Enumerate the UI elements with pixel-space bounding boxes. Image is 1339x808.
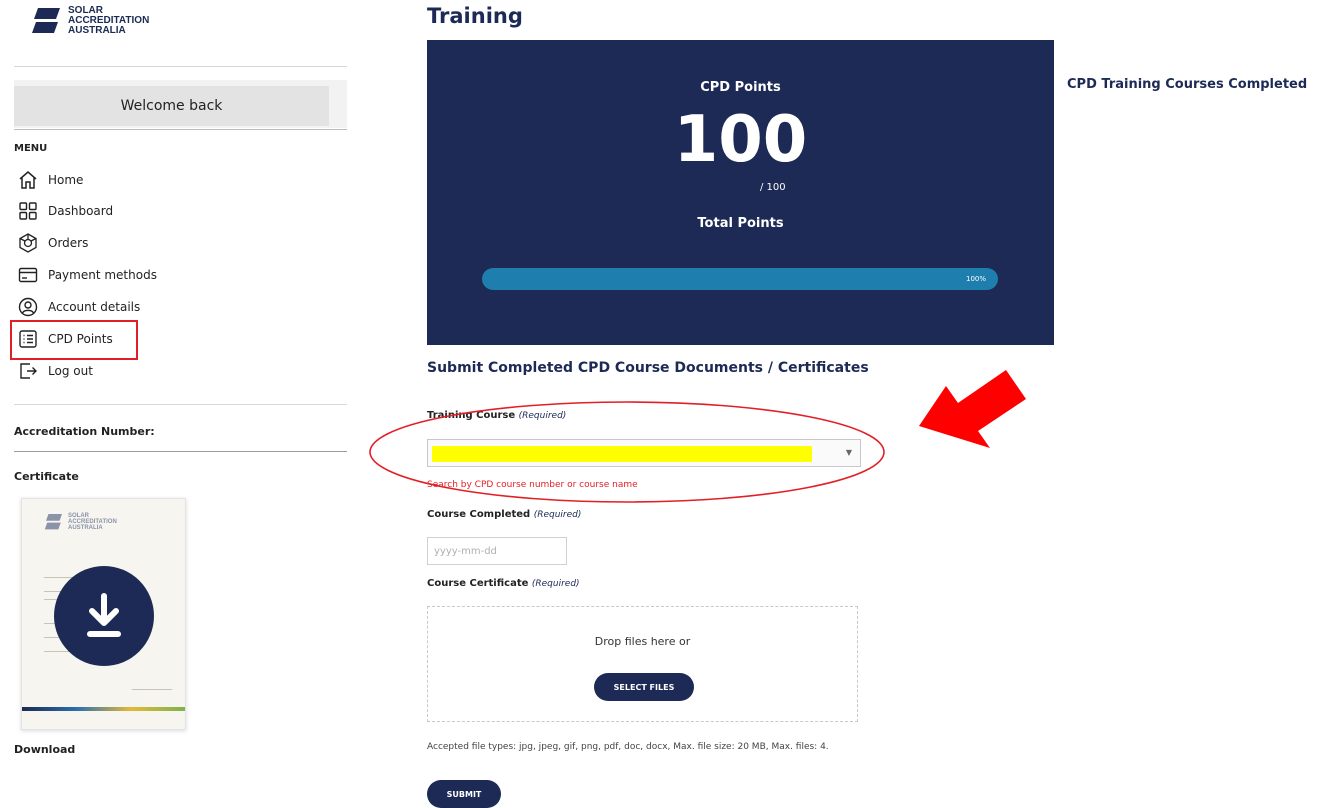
accreditation-number-label: Accreditation Number: — [14, 425, 155, 438]
divider — [14, 404, 347, 405]
download-icon — [87, 593, 121, 637]
logo: SOLAR ACCREDITATION AUSTRALIA — [32, 6, 149, 36]
course-completed-date-input[interactable] — [427, 537, 567, 565]
menu-item-dashboard[interactable]: Dashboard — [18, 199, 113, 223]
required-marker: (Required) — [518, 411, 567, 421]
divider — [14, 129, 347, 130]
file-dropzone[interactable]: Drop files here or SELECT FILES — [427, 606, 858, 722]
accepted-file-types: Accepted file types: jpg, jpeg, gif, png… — [427, 742, 829, 752]
menu-item-label: Payment methods — [48, 268, 157, 282]
training-course-label: Training Course (Required) — [427, 410, 567, 421]
dropzone-text: Drop files here or — [594, 635, 691, 648]
cpd-points-value: 100 — [673, 103, 808, 177]
welcome-message: Welcome back — [14, 86, 329, 126]
divider — [14, 66, 347, 67]
dropdown-arrow-icon: ▼ — [845, 448, 852, 457]
logout-icon — [20, 363, 37, 379]
redacted-selection-highlight — [432, 446, 812, 462]
training-course-hint: Search by CPD course number or course na… — [427, 480, 638, 490]
menu-title: MENU — [14, 143, 48, 154]
select-files-button[interactable]: SELECT FILES — [594, 673, 694, 701]
submit-button[interactable]: SUBMIT — [427, 780, 501, 808]
orders-icon — [19, 233, 37, 253]
cpd-points-max: / 100 — [760, 182, 786, 193]
cpd-points-panel: CPD Points 100 / 100 Total Points 100% — [427, 40, 1054, 345]
submit-section-heading: Submit Completed CPD Course Documents / … — [427, 360, 869, 376]
card-icon — [18, 267, 38, 283]
total-points-label: Total Points — [697, 216, 784, 231]
cpd-progress-label: 100% — [965, 275, 986, 283]
logo-text: SOLAR ACCREDITATION AUSTRALIA — [68, 5, 150, 36]
course-certificate-label: Course Certificate (Required) — [427, 578, 580, 589]
cpd-points-label: CPD Points — [700, 80, 781, 95]
dashboard-icon — [19, 202, 37, 220]
annotation-arrow-icon — [919, 370, 1026, 448]
menu-item-payment-methods[interactable]: Payment methods — [18, 263, 157, 287]
divider — [14, 451, 347, 452]
cpd-progress-fill: 100% — [482, 268, 998, 290]
home-icon — [19, 171, 37, 189]
cpd-progress-bar: 100% — [482, 268, 998, 290]
user-icon — [18, 297, 38, 317]
download-certificate-button[interactable] — [54, 566, 154, 666]
solar-logo-icon — [32, 8, 60, 33]
menu-item-account-details[interactable]: Account details — [18, 295, 140, 319]
menu-item-label: Dashboard — [48, 204, 114, 218]
menu-item-label: Home — [48, 173, 84, 187]
required-marker: (Required) — [531, 579, 580, 589]
solar-logo-icon — [44, 514, 62, 530]
completed-courses-heading: CPD Training Courses Completed — [1067, 77, 1308, 92]
training-course-select[interactable]: ▼ — [427, 439, 861, 467]
menu-item-home[interactable]: Home — [18, 168, 83, 192]
page-title: Training — [427, 4, 523, 28]
cpd-points-highlight-box — [10, 320, 138, 360]
certificate-label: Certificate — [14, 470, 79, 483]
certificate-logo: SOLAR ACCREDITATION AUSTRALIA — [44, 513, 117, 531]
course-completed-label: Course Completed (Required) — [427, 509, 582, 520]
menu-item-label: Orders — [48, 236, 89, 250]
certificate-color-bar — [22, 707, 185, 711]
menu-item-log-out[interactable]: Log out — [18, 359, 93, 383]
download-link[interactable]: Download — [14, 743, 75, 756]
required-marker: (Required) — [533, 510, 582, 520]
menu-item-orders[interactable]: Orders — [18, 231, 88, 255]
menu-item-label: Log out — [48, 364, 93, 378]
menu-item-label: Account details — [48, 300, 141, 314]
